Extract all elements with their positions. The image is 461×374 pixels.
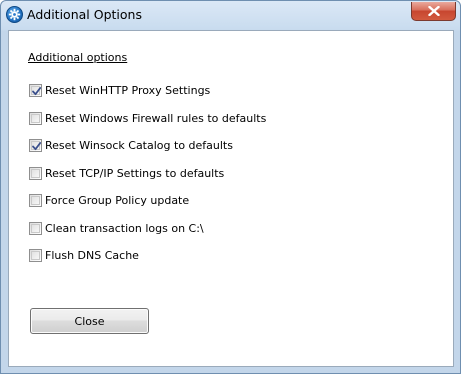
dialog-window: Additional Options Additional options Re… bbox=[0, 0, 461, 374]
option-checkbox[interactable] bbox=[29, 248, 42, 262]
option-row[interactable]: Force Group Policy update bbox=[29, 192, 189, 208]
option-label: Reset TCP/IP Settings to defaults bbox=[45, 166, 225, 180]
option-checkbox[interactable] bbox=[29, 111, 42, 125]
option-label: Force Group Policy update bbox=[45, 193, 190, 207]
option-label: Flush DNS Cache bbox=[45, 248, 139, 262]
option-label: Clean transaction logs on C:\ bbox=[45, 221, 204, 235]
option-checkbox[interactable] bbox=[29, 221, 42, 235]
option-row[interactable]: Reset Winsock Catalog to defaults bbox=[29, 137, 233, 153]
option-checkbox[interactable] bbox=[29, 193, 42, 207]
option-label: Reset WinHTTP Proxy Settings bbox=[45, 83, 211, 97]
option-label: Reset Winsock Catalog to defaults bbox=[45, 138, 233, 152]
option-row[interactable]: Reset Windows Firewall rules to defaults bbox=[29, 110, 266, 126]
option-row[interactable]: Reset WinHTTP Proxy Settings bbox=[29, 82, 210, 98]
close-button[interactable]: Close bbox=[30, 308, 149, 334]
checkmark-icon bbox=[32, 86, 42, 95]
option-checkbox[interactable] bbox=[29, 166, 42, 180]
option-checkbox[interactable] bbox=[29, 83, 42, 97]
gear-icon bbox=[6, 6, 23, 23]
window-title: Additional Options bbox=[27, 7, 142, 22]
option-row[interactable]: Clean transaction logs on C:\ bbox=[29, 220, 204, 236]
window-close-button[interactable] bbox=[411, 2, 456, 21]
checkmark-icon bbox=[32, 141, 42, 150]
title-bar[interactable]: Additional Options bbox=[1, 1, 460, 30]
close-icon bbox=[428, 6, 440, 16]
section-title: Additional options bbox=[28, 51, 128, 64]
option-row[interactable]: Reset TCP/IP Settings to defaults bbox=[29, 165, 224, 181]
dialog-content: Additional options Reset WinHTTP Proxy S… bbox=[8, 30, 454, 367]
option-label: Reset Windows Firewall rules to defaults bbox=[45, 111, 267, 125]
option-checkbox[interactable] bbox=[29, 138, 42, 152]
option-row[interactable]: Flush DNS Cache bbox=[29, 247, 139, 263]
